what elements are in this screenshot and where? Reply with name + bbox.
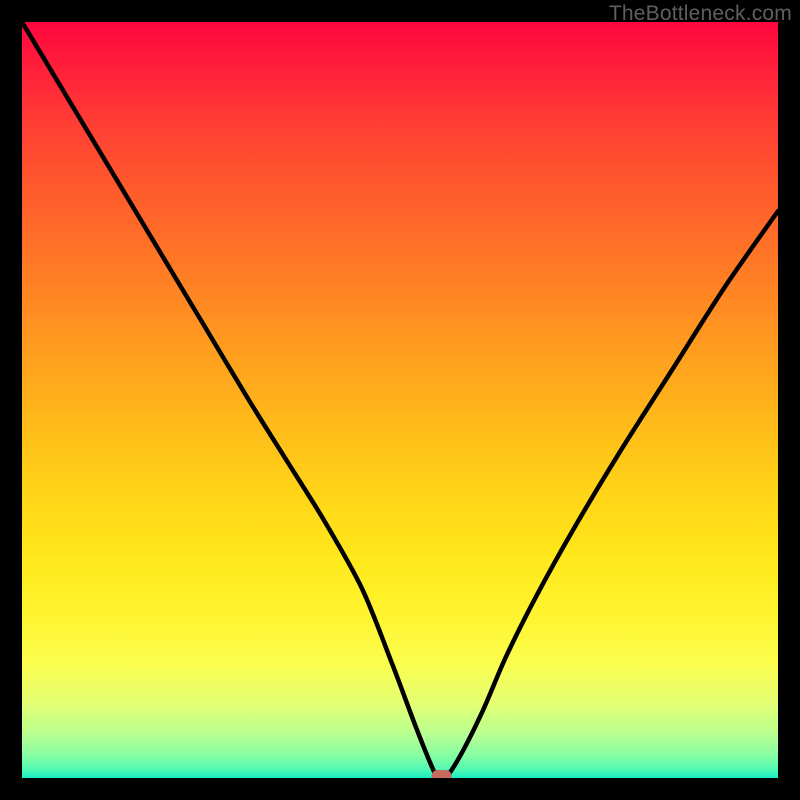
chart-frame: TheBottleneck.com	[0, 0, 800, 800]
watermark-text: TheBottleneck.com	[609, 2, 792, 26]
optimum-marker	[432, 770, 452, 778]
plot-area	[22, 22, 778, 778]
bottleneck-curve	[22, 22, 778, 778]
curve-svg	[22, 22, 778, 778]
